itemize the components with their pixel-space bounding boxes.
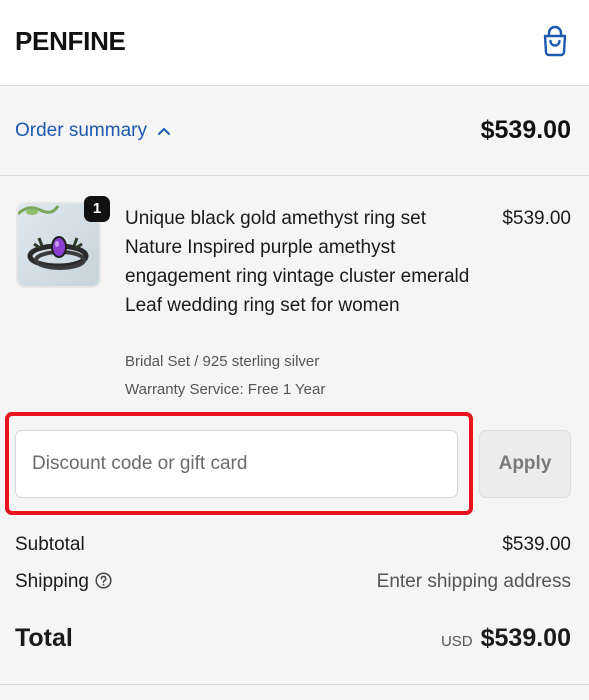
chevron-up-icon (157, 128, 170, 135)
order-summary-total: $539.00 (480, 116, 571, 144)
shopping-bag-icon[interactable] (540, 25, 570, 57)
checkout-header: PENFINE (0, 0, 589, 86)
divider (0, 684, 589, 685)
product-price: $539.00 (502, 208, 571, 229)
product-title: Unique black gold amethyst ring set Natu… (125, 208, 470, 316)
shipping-value: Enter shipping address (376, 571, 571, 592)
discount-code-input[interactable] (15, 430, 458, 498)
help-circle-icon[interactable] (95, 572, 112, 589)
subtotal-label: Subtotal (15, 534, 85, 555)
total-value: $539.00 (480, 624, 571, 652)
order-summary-toggle[interactable]: Order summary $539.00 (0, 86, 589, 176)
total-amount: USD $539.00 (441, 624, 571, 653)
total-row: Total USD $539.00 (15, 624, 571, 653)
line-item: 1 Unique black gold amethyst ring set Na… (0, 190, 589, 400)
order-summary-link[interactable]: Order summary (15, 120, 171, 142)
shipping-row: Shipping Enter shipping address (15, 571, 571, 593)
subtotal-row: Subtotal $539.00 (15, 534, 571, 556)
total-label: Total (15, 624, 73, 652)
order-summary-label: Order summary (15, 120, 147, 141)
product-variant: Bridal Set / 925 sterling silver (125, 353, 320, 370)
apply-discount-button[interactable]: Apply (479, 430, 571, 498)
product-warranty: Warranty Service: Free 1 Year (125, 381, 326, 398)
currency-code: USD (440, 633, 473, 650)
store-logo[interactable]: PENFINE (15, 26, 126, 57)
quantity-badge: 1 (84, 196, 110, 222)
shipping-label: Shipping (15, 571, 89, 592)
subtotal-value: $539.00 (502, 534, 571, 555)
